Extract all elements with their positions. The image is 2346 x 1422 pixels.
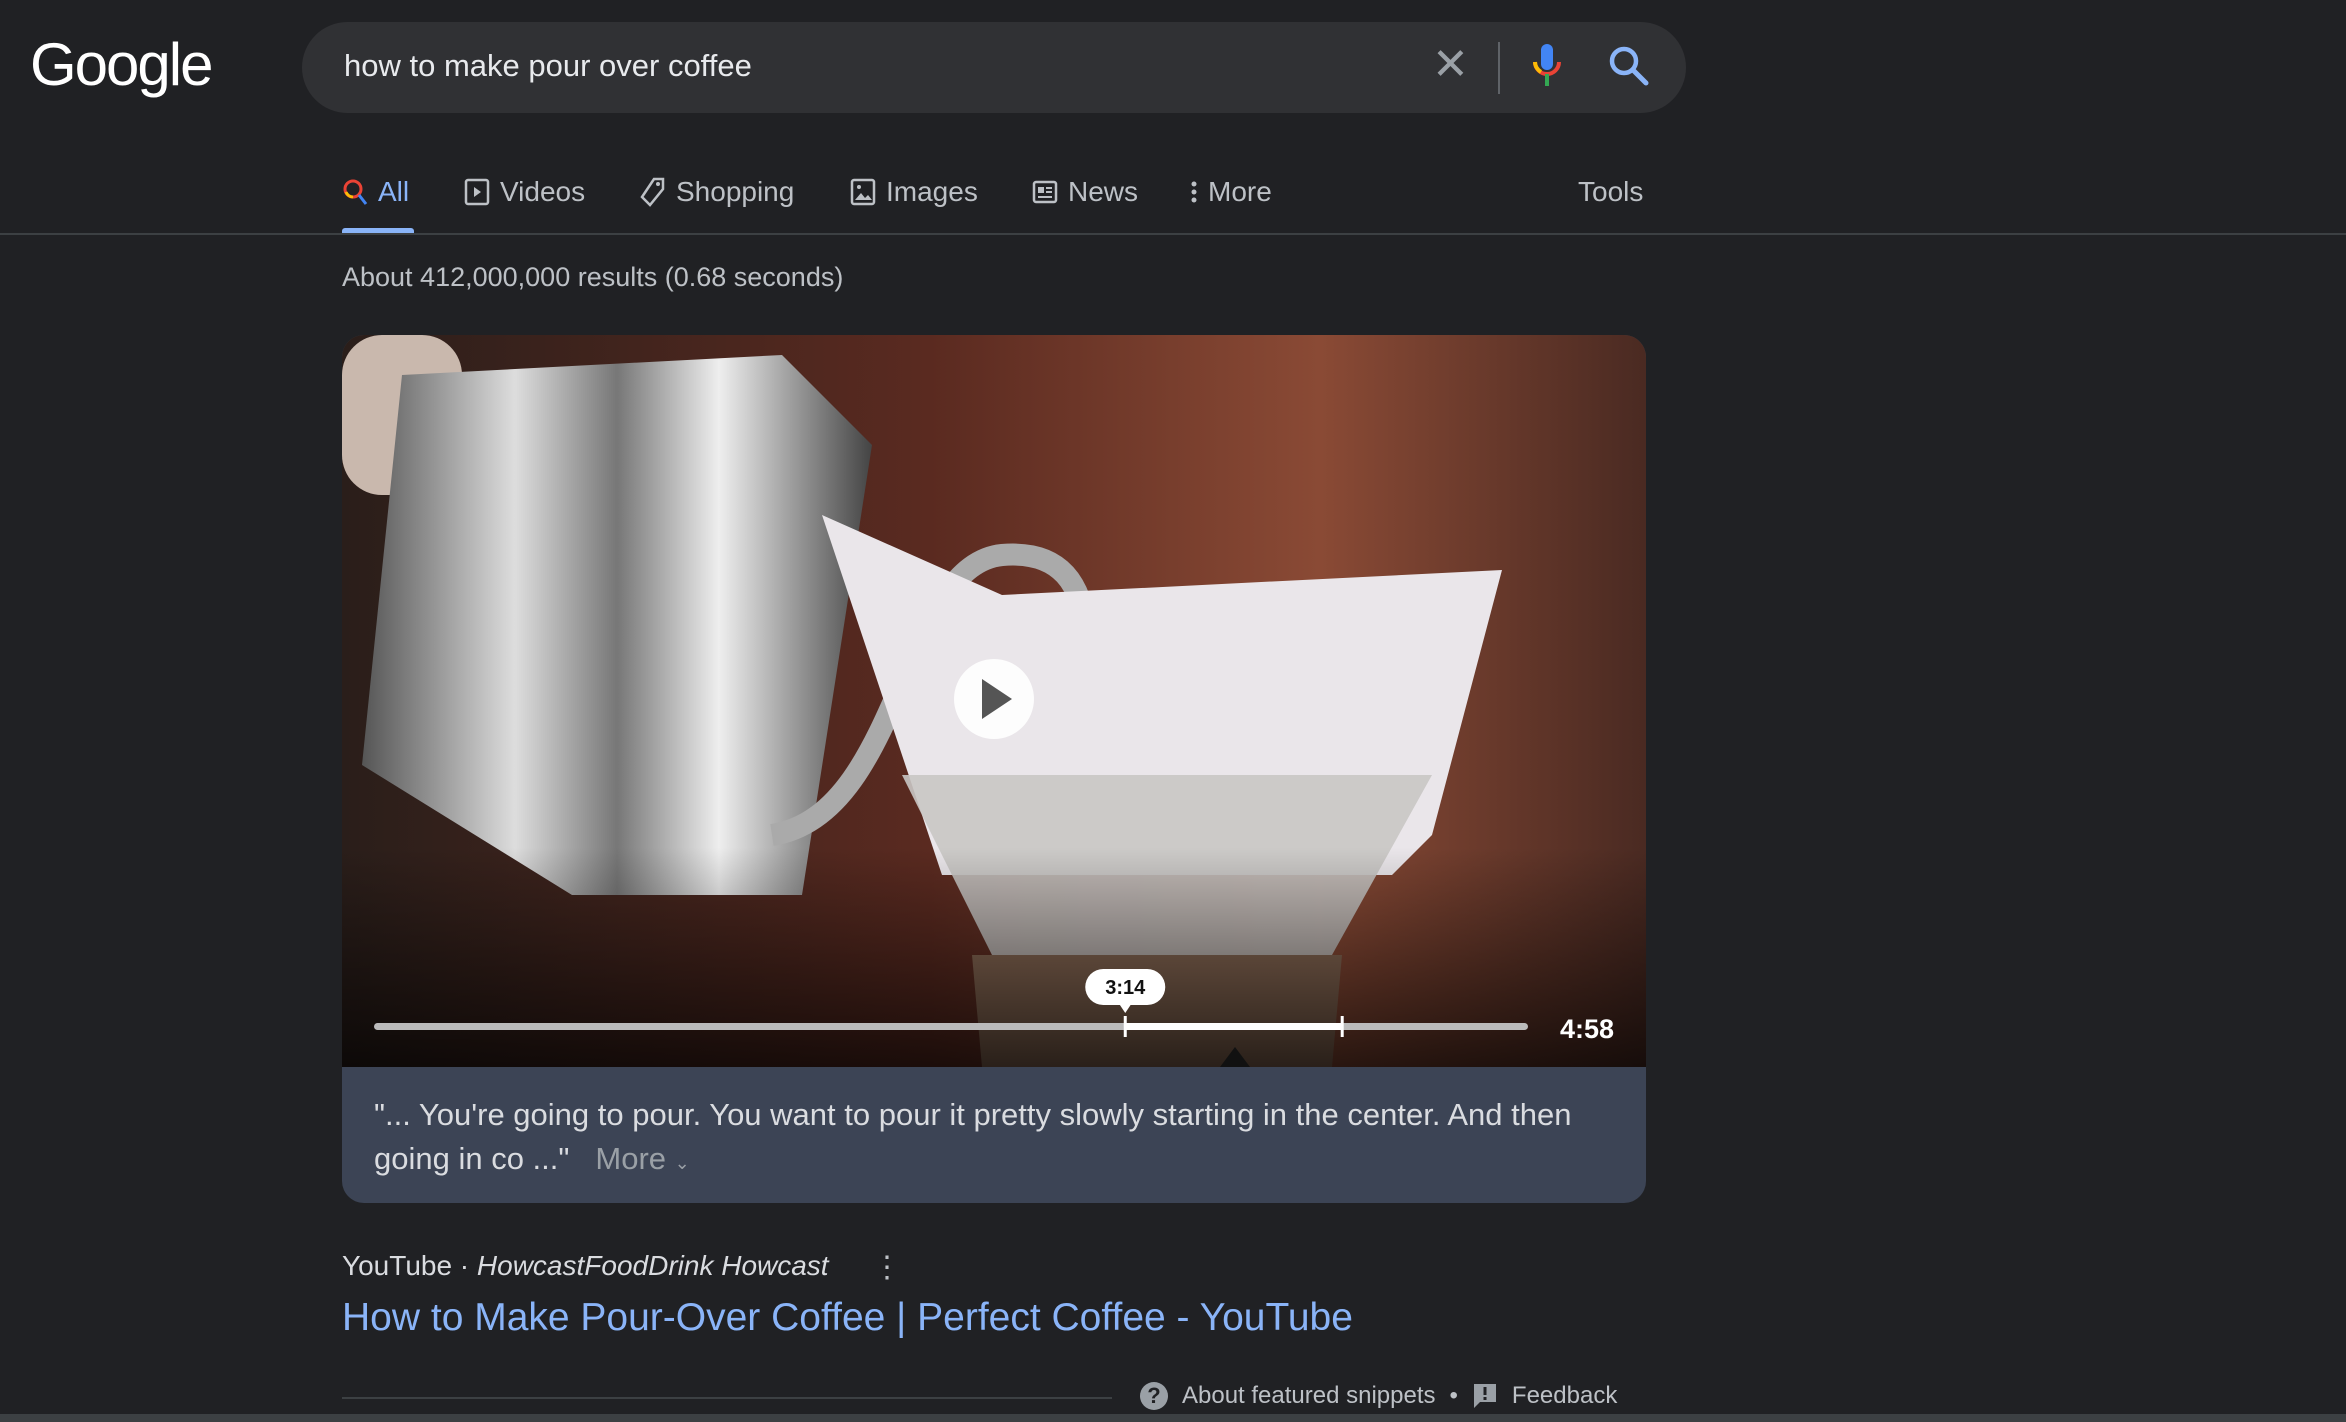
divider (0, 233, 2346, 235)
image-icon (850, 178, 876, 206)
tab-label: Shopping (676, 176, 795, 207)
tab-more[interactable]: More (1190, 172, 1272, 212)
marker-time: 3:14 (1105, 977, 1146, 999)
tab-label: Videos (500, 176, 586, 207)
divider (0, 1414, 2346, 1422)
search-icon (343, 179, 368, 205)
tools-button[interactable]: Tools (1578, 172, 1643, 212)
google-logo[interactable]: Google (30, 30, 213, 99)
video-player[interactable]: 3:14 4:58 (342, 335, 1646, 1067)
divider (342, 1397, 1112, 1399)
result-title-link[interactable]: How to Make Pour-Over Coffee | Perfect C… (342, 1296, 1353, 1340)
tab-label: Images (886, 176, 978, 207)
tab-all[interactable]: All (342, 172, 409, 212)
tab-videos[interactable]: Videos (464, 172, 585, 212)
search-bar[interactable]: how to make pour over coffee ✕ (302, 22, 1686, 113)
channel-name: HowcastFoodDrink Howcast (476, 1250, 829, 1281)
clip-start-tick (1123, 1016, 1127, 1037)
tab-label: More (1208, 176, 1272, 207)
result-source: YouTube · HowcastFoodDrink Howcast (342, 1250, 829, 1281)
separator-dot: • (1449, 1382, 1458, 1409)
tab-label: All (378, 176, 410, 207)
about-featured-snippets-link[interactable]: About featured snippets (1182, 1382, 1436, 1410)
divider (1498, 42, 1500, 94)
dots-vertical-icon (1191, 181, 1197, 203)
tools-label: Tools (1578, 176, 1644, 207)
progress-clip (1125, 1023, 1343, 1030)
duration: 4:58 (1560, 1014, 1614, 1044)
featured-video-snippet: 3:14 4:58 "... You're going to pour. You… (342, 335, 1646, 1203)
tab-images[interactable]: Images (850, 172, 978, 212)
clip-end-tick (1340, 1016, 1344, 1037)
help-icon: ? (1140, 1382, 1168, 1410)
progress-track[interactable] (374, 1023, 1528, 1030)
more-button[interactable]: More ⌄ (595, 1141, 689, 1176)
play-button[interactable] (954, 659, 1034, 739)
newspaper-icon (1032, 180, 1058, 204)
tab-label: News (1068, 176, 1139, 207)
close-icon[interactable]: ✕ (1432, 40, 1469, 90)
more-options-icon[interactable]: ⋮ (872, 1250, 902, 1285)
play-box-icon (464, 178, 490, 206)
result-count: About 412,000,000 results (0.68 seconds) (342, 262, 844, 292)
tag-icon (640, 177, 665, 207)
feedback-link[interactable]: Feedback (1512, 1382, 1617, 1410)
caption-text: "... You're going to pour. You want to p… (374, 1097, 1572, 1176)
mic-icon[interactable] (1532, 42, 1562, 90)
search-icon[interactable] (1607, 44, 1651, 88)
search-input[interactable]: how to make pour over coffee (344, 48, 752, 84)
snippet-footer: ? About featured snippets • Feedback (1140, 1382, 1617, 1410)
tab-news[interactable]: News (1032, 172, 1138, 212)
transcript-caption: "... You're going to pour. You want to p… (374, 1093, 1634, 1185)
feedback-icon (1473, 1384, 1496, 1408)
tab-shopping[interactable]: Shopping (640, 172, 794, 212)
